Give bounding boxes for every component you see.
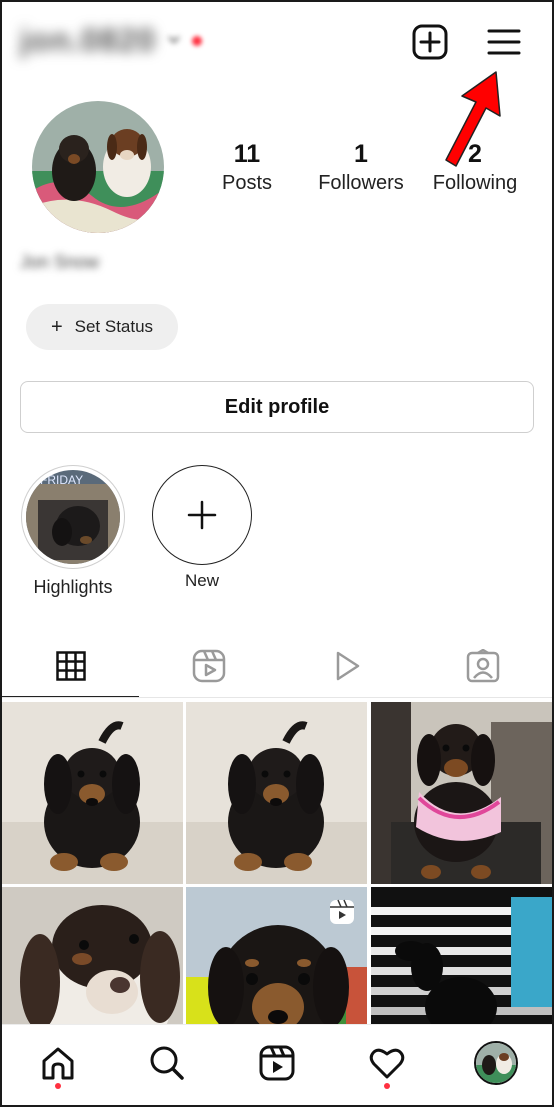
followers-label: Followers	[318, 172, 404, 194]
post-image	[186, 702, 367, 884]
new-highlight-label: New	[184, 571, 219, 590]
new-highlight-ring	[152, 465, 252, 565]
heart-icon	[369, 1048, 405, 1079]
set-status-button[interactable]: + Set Status	[26, 304, 178, 350]
followers-stat[interactable]: 1 Followers	[301, 138, 421, 196]
highlight-label: Highlights	[33, 577, 113, 597]
highlight-cover-text: FRIDAY	[40, 473, 83, 487]
plus-square-icon	[412, 24, 448, 60]
nav-activity[interactable]	[363, 1039, 411, 1087]
reels-icon	[259, 1045, 295, 1081]
profile-avatar[interactable]	[32, 101, 164, 233]
plus-icon	[187, 500, 217, 530]
activity-notification-dot	[384, 1083, 390, 1089]
new-highlight-button[interactable]: New	[152, 465, 252, 591]
nav-search[interactable]	[143, 1039, 191, 1087]
grid-post[interactable]	[371, 702, 552, 884]
highlight-item[interactable]: FRIDAY Highlights	[20, 465, 126, 598]
post-image	[371, 702, 552, 884]
home-notification-dot	[55, 1083, 61, 1089]
grid-icon	[56, 651, 86, 681]
home-icon	[42, 1047, 74, 1080]
annotation-arrow-icon	[445, 71, 501, 167]
grid-post[interactable]	[2, 887, 183, 1024]
tab-reels[interactable]	[140, 635, 278, 697]
menu-button[interactable]	[482, 20, 526, 64]
plus-icon: +	[50, 316, 63, 338]
set-status-label: Set Status	[74, 317, 154, 336]
play-icon	[336, 651, 360, 681]
grid-post[interactable]	[186, 702, 367, 884]
tab-tagged[interactable]	[414, 635, 552, 697]
profile-full-name: Jon Snow	[20, 252, 100, 272]
post-image	[2, 887, 183, 1024]
profile-avatar-icon	[474, 1041, 518, 1085]
bottom-nav	[0, 1024, 554, 1107]
grid-post[interactable]	[2, 702, 183, 884]
posts-stat[interactable]: 11 Posts	[187, 138, 307, 196]
tab-videos[interactable]	[278, 635, 416, 697]
posts-count: 11	[233, 140, 261, 168]
tab-posts-grid[interactable]	[2, 635, 140, 697]
post-image	[2, 702, 183, 884]
nav-reels[interactable]	[253, 1039, 301, 1087]
hamburger-menu-icon	[487, 29, 521, 55]
nav-home[interactable]	[34, 1039, 82, 1087]
create-button[interactable]	[408, 20, 452, 64]
reels-icon	[330, 899, 354, 924]
highlight-ring: FRIDAY	[21, 465, 125, 569]
posts-label: Posts	[221, 172, 273, 194]
search-icon	[150, 1046, 184, 1080]
chevron-down-icon[interactable]	[167, 32, 181, 46]
edit-profile-button[interactable]: Edit profile	[20, 381, 534, 433]
profile-tabs	[0, 635, 554, 699]
highlight-cover-image: FRIDAY	[26, 470, 120, 564]
notification-dot	[192, 36, 202, 46]
grid-post[interactable]	[186, 887, 367, 1024]
tagged-icon	[466, 649, 500, 683]
nav-profile[interactable]	[472, 1039, 520, 1087]
username[interactable]: jon.0820	[20, 22, 156, 59]
reels-icon	[192, 649, 226, 683]
grid-post[interactable]	[371, 887, 552, 1024]
following-label: Following	[432, 172, 518, 194]
posts-grid	[2, 702, 552, 1024]
post-image	[371, 887, 552, 1024]
profile-photo-two-dachshunds	[32, 101, 164, 233]
followers-count: 1	[354, 140, 368, 168]
highlight-cover: FRIDAY	[26, 470, 120, 564]
tabs-divider	[0, 697, 554, 698]
